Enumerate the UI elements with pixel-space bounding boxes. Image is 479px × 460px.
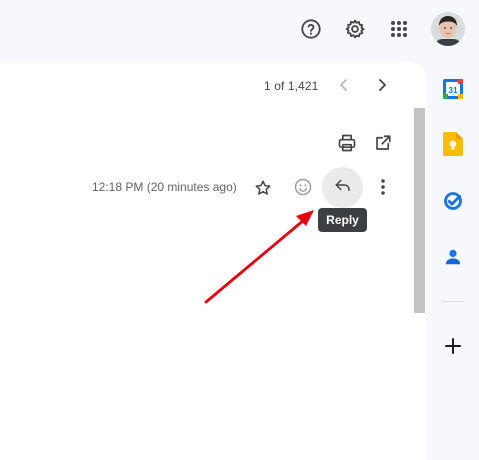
emoji-reaction-icon[interactable] bbox=[289, 173, 317, 201]
apps-grid-icon[interactable] bbox=[382, 12, 416, 46]
gear-icon[interactable] bbox=[338, 12, 372, 46]
pagination-count: 1 of 1,421 bbox=[264, 79, 319, 93]
side-panel-divider bbox=[442, 301, 464, 302]
open-in-new-icon[interactable] bbox=[369, 129, 397, 157]
scrollbar-thumb[interactable] bbox=[414, 108, 425, 313]
contacts-icon[interactable] bbox=[440, 244, 466, 270]
reply-button[interactable] bbox=[322, 167, 363, 208]
calendar-icon[interactable]: 31 bbox=[440, 76, 466, 102]
message-view-panel bbox=[0, 62, 426, 460]
tasks-icon[interactable] bbox=[440, 188, 466, 214]
chevron-left-icon[interactable] bbox=[330, 71, 358, 99]
reply-icon bbox=[334, 176, 352, 199]
message-timestamp: 12:18 PM (20 minutes ago) bbox=[92, 180, 237, 194]
star-icon[interactable] bbox=[249, 174, 277, 202]
plus-icon[interactable] bbox=[440, 333, 466, 359]
top-bar bbox=[0, 0, 479, 60]
reply-tooltip: Reply bbox=[318, 208, 367, 232]
keep-icon[interactable] bbox=[440, 131, 466, 157]
calendar-day-text: 31 bbox=[449, 86, 458, 95]
account-avatar[interactable] bbox=[430, 11, 466, 47]
print-icon[interactable] bbox=[333, 129, 361, 157]
more-vert-icon[interactable] bbox=[369, 173, 397, 201]
help-icon[interactable] bbox=[294, 12, 328, 46]
chevron-right-icon[interactable] bbox=[368, 71, 396, 99]
